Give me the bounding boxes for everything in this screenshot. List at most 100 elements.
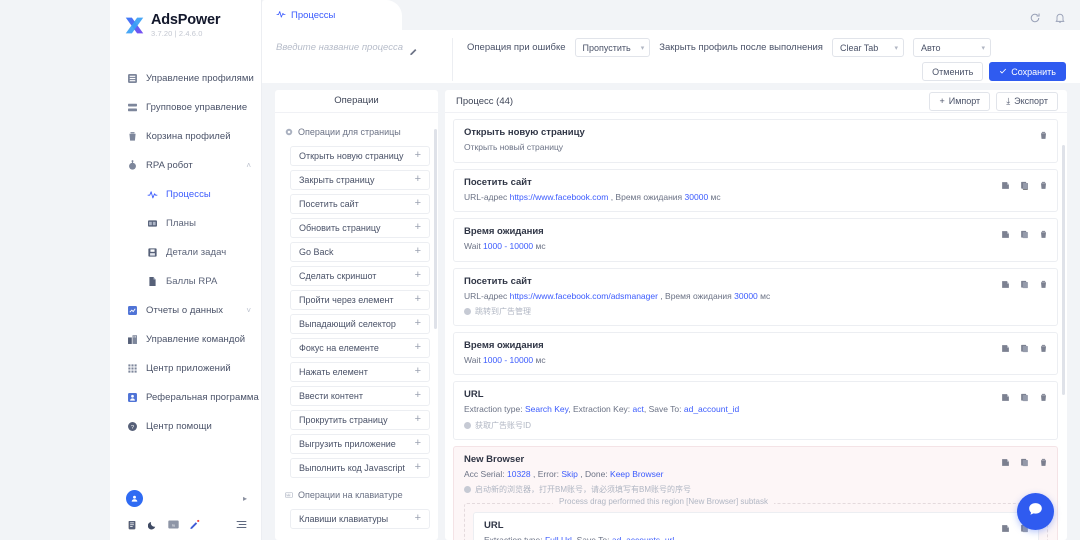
add-icon[interactable]: +	[415, 462, 421, 473]
tab-processes[interactable]: Процессы	[262, 0, 402, 30]
copy-icon[interactable]	[1020, 276, 1029, 288]
brand[interactable]: AdsPower 3.7.20 | 2.4.6.0	[110, 0, 261, 46]
copy-icon[interactable]	[1020, 340, 1029, 353]
sidebar-item-group-management[interactable]: Групповое управление	[110, 93, 261, 122]
operation-item[interactable]: Выгрузить приложение +	[290, 433, 430, 454]
note-icon[interactable]	[1001, 276, 1010, 288]
add-icon[interactable]: +	[415, 222, 421, 233]
process-list-scrollbar[interactable]	[1062, 145, 1065, 396]
cancel-button[interactable]: Отменить	[922, 62, 984, 81]
add-icon[interactable]: +	[415, 150, 421, 161]
sidebar-item-rpa-points[interactable]: Баллы RPA	[110, 267, 261, 296]
process-card[interactable]: Время ожидания Wait 1000 - 10000 мс	[453, 332, 1058, 376]
language-icon[interactable]: ru	[168, 519, 179, 530]
sidebar-item-processes[interactable]: Процессы	[110, 180, 261, 209]
operation-item[interactable]: Клавиши клавиатуры +	[290, 508, 430, 529]
copy-icon[interactable]	[1020, 389, 1029, 402]
copy-icon[interactable]	[1020, 177, 1029, 190]
process-name-group[interactable]: Введите название процесса	[276, 38, 452, 55]
operation-item[interactable]: Прокрутить страницу +	[290, 409, 430, 430]
operation-item[interactable]: Открыть новую страницу +	[290, 145, 430, 166]
operation-item[interactable]: Фокус на елементе +	[290, 337, 430, 358]
auto-select[interactable]: Авто ▾	[912, 38, 991, 57]
add-icon[interactable]: +	[415, 318, 421, 329]
add-icon[interactable]: +	[415, 342, 421, 353]
operations-list[interactable]: Операции для страницы Открыть новую стра…	[275, 113, 438, 540]
add-icon[interactable]: +	[415, 198, 421, 209]
sidebar-item-data-reports[interactable]: Отчеты о данных ˅	[110, 296, 261, 325]
note-icon[interactable]	[1001, 226, 1010, 238]
chevron-up-icon[interactable]: ˄	[246, 161, 251, 170]
process-card[interactable]: Посетить сайт URL-адрес https://www.face…	[453, 168, 1058, 213]
chat-button[interactable]	[1017, 493, 1054, 530]
moon-icon[interactable]	[147, 519, 158, 530]
sidebar-item-trash[interactable]: Корзина профилей	[110, 122, 261, 151]
bell-icon[interactable]	[1054, 11, 1066, 23]
add-icon[interactable]: +	[415, 294, 421, 305]
process-cards-list[interactable]: Открыть новую страницу Открыть новый стр…	[445, 113, 1067, 540]
refresh-icon[interactable]	[1029, 11, 1041, 23]
operation-item[interactable]: Нажать елемент +	[290, 361, 430, 382]
note-icon[interactable]	[1001, 454, 1010, 466]
delete-icon[interactable]	[1039, 340, 1048, 352]
delete-icon[interactable]	[1039, 127, 1048, 139]
delete-icon[interactable]	[1039, 389, 1048, 402]
add-icon[interactable]: +	[415, 246, 421, 257]
pencil-icon[interactable]	[409, 43, 419, 55]
delete-icon[interactable]	[1039, 276, 1048, 288]
process-card-new-browser[interactable]: New Browser Acc Serial: 10328 , Error: S…	[453, 445, 1058, 540]
export-button[interactable]: ⤓ Экспорт	[996, 91, 1058, 111]
chevron-right-icon[interactable]: ▸	[243, 494, 247, 503]
operation-item[interactable]: Обновить страницу +	[290, 217, 430, 238]
pencil-icon[interactable]	[189, 519, 200, 530]
note-icon[interactable]	[1001, 177, 1010, 189]
error-action-select[interactable]: Пропустить ▾	[574, 38, 651, 57]
sidebar-item-referral[interactable]: Реферальная программа	[110, 383, 261, 412]
operation-item[interactable]: Сделать скриншот +	[290, 265, 430, 286]
process-card-subtask[interactable]: URL Extraction type: Full Url, Save To: …	[473, 512, 1039, 540]
delete-icon[interactable]	[1039, 226, 1048, 238]
operation-item[interactable]: Закрыть страницу +	[290, 169, 430, 190]
sidebar-user-row[interactable]: ▸	[110, 483, 261, 513]
operations-scrollbar[interactable]	[434, 128, 437, 329]
sidebar-item-task-details[interactable]: Детали задач	[110, 238, 261, 267]
add-icon[interactable]: +	[415, 174, 421, 185]
process-name-input[interactable]: Введите название процесса	[276, 42, 403, 53]
note-icon[interactable]	[1001, 389, 1010, 402]
delete-icon[interactable]	[1039, 177, 1048, 189]
add-icon[interactable]: +	[415, 513, 421, 524]
sidebar-item-app-center[interactable]: Центр приложений	[110, 354, 261, 383]
copy-icon[interactable]	[1020, 454, 1029, 467]
process-card[interactable]: URL Extraction type: Search Key, Extract…	[453, 381, 1058, 440]
add-icon[interactable]: +	[415, 366, 421, 377]
add-icon[interactable]: +	[415, 438, 421, 449]
process-card[interactable]: Открыть новую страницу Открыть новый стр…	[453, 119, 1058, 163]
sidebar-item-help-center[interactable]: ? Центр помощи	[110, 412, 261, 441]
delete-icon[interactable]	[1039, 454, 1048, 466]
sidebar-item-plans[interactable]: Планы	[110, 209, 261, 238]
process-card[interactable]: Посетить сайт URL-адрес https://www.face…	[453, 267, 1058, 326]
operation-item[interactable]: Выпадающий селектор +	[290, 313, 430, 334]
sidebar-item-profiles[interactable]: Управление профилями	[110, 64, 261, 93]
operation-item[interactable]: Выполнить код Javascript +	[290, 457, 430, 478]
add-icon[interactable]: +	[415, 270, 421, 281]
operation-item[interactable]: Go Back +	[290, 241, 430, 262]
sidebar-item-team-management[interactable]: Управление командой	[110, 325, 261, 354]
note-icon[interactable]	[1001, 340, 1010, 352]
note-icon[interactable]	[1001, 520, 1010, 533]
sidebar-item-rpa-robot[interactable]: RPA робот ˄	[110, 151, 261, 180]
operation-item[interactable]: Посетить сайт +	[290, 193, 430, 214]
import-button[interactable]: + Импорт	[929, 91, 991, 111]
save-button[interactable]: Сохранить	[989, 62, 1066, 81]
operation-item[interactable]: Пройти через елемент +	[290, 289, 430, 310]
docs-icon[interactable]	[126, 519, 137, 530]
add-icon[interactable]: +	[415, 390, 421, 401]
list-menu-icon[interactable]	[236, 519, 247, 530]
chevron-down-icon[interactable]: ˅	[246, 306, 251, 315]
process-card[interactable]: Время ожидания Wait 1000 - 10000 мс	[453, 218, 1058, 262]
copy-icon[interactable]	[1020, 226, 1029, 239]
operation-item[interactable]: Ввести контент +	[290, 385, 430, 406]
avatar-icon[interactable]	[126, 489, 143, 507]
add-icon[interactable]: +	[415, 414, 421, 425]
clear-tab-select[interactable]: Clear Tab ▾	[831, 38, 904, 57]
